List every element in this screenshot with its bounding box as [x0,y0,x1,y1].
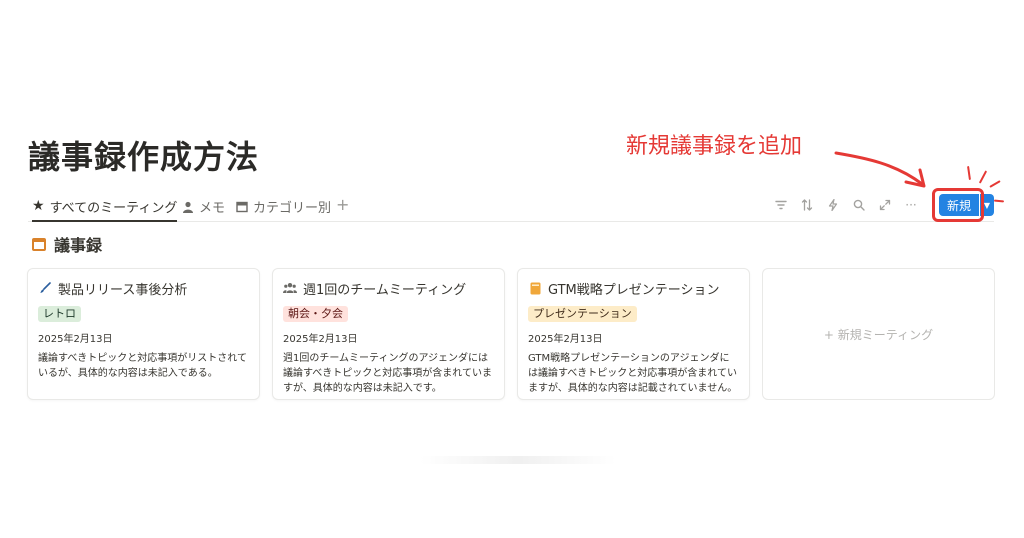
tab-label: カテゴリー別 [253,201,332,216]
book-icon [528,282,542,295]
page-title: 議事録作成方法 [28,138,260,176]
meeting-card[interactable]: GTM戦略プレゼンテーション プレゼンテーション 2025年2月13日 GTM戦… [517,268,750,400]
tab-all-meetings[interactable]: ★ すべてのミーティング [32,192,178,222]
tab-label: すべてのミーティング [49,200,178,216]
more-icon[interactable]: ··· [904,196,918,214]
card-date: 2025年2月13日 [38,334,113,345]
search-icon[interactable] [852,196,866,214]
card-title: 週1回のチームミーティング [303,282,467,298]
new-button[interactable]: 新規 [939,194,979,216]
annotation-text: 新規議事録を追加 [626,134,803,159]
people-icon [283,282,297,294]
tag-badge: レトロ [38,306,81,322]
new-meeting-card[interactable]: + 新規ミーティング [762,268,995,400]
view-toolbar: ··· [774,196,918,214]
card-title: 製品リリース事後分析 [58,282,188,298]
calendar-icon [32,237,46,251]
faint-divider [420,456,616,464]
chevron-down-icon: ▼ [983,200,991,210]
card-description: 週1回のチームミーティングのアジェンダには議論すべきトピックと対応事項が含まれて… [283,353,492,394]
meeting-card[interactable]: 製品リリース事後分析 レトロ 2025年2月13日 議論すべきトピックと対応事項… [27,268,260,400]
section-header: 議事録 [32,232,102,256]
card-description: GTM戦略プレゼンテーションのアジェンダには議論すべきトピックと対応事項が含まれ… [528,353,738,394]
add-view-icon[interactable]: + [336,195,349,214]
table-icon [236,201,248,213]
new-button-dropdown[interactable]: ▼ [980,194,994,216]
meeting-card[interactable]: 週1回のチームミーティング 朝会・夕会 2025年2月13日 週1回のチームミー… [272,268,505,400]
sort-icon[interactable] [800,196,814,214]
expand-icon[interactable] [878,196,892,214]
card-title: GTM戦略プレゼンテーション [548,282,720,298]
new-meeting-label: + 新規ミーティング [823,327,934,342]
card-date: 2025年2月13日 [283,334,358,345]
star-icon: ★ [32,198,45,214]
view-tabbar: ★ すべてのミーティング メモ カテゴリー別 + ··· [28,192,994,222]
automation-icon[interactable] [826,196,840,214]
person-icon [182,201,194,213]
card-description: 議論すべきトピックと対応事項がリストされているが、具体的な内容は未記入である。 [38,353,247,379]
tag-badge: 朝会・夕会 [283,306,348,322]
tab-label: メモ [199,201,226,216]
tab-by-category[interactable]: カテゴリー別 [236,192,331,221]
tab-memo[interactable]: メモ [182,192,225,221]
tag-badge: プレゼンテーション [528,306,637,322]
section-title: 議事録 [54,236,103,255]
brush-icon [38,282,52,294]
filter-icon[interactable] [774,196,788,214]
annotation-arrow-icon [834,151,926,188]
card-date: 2025年2月13日 [528,334,603,345]
